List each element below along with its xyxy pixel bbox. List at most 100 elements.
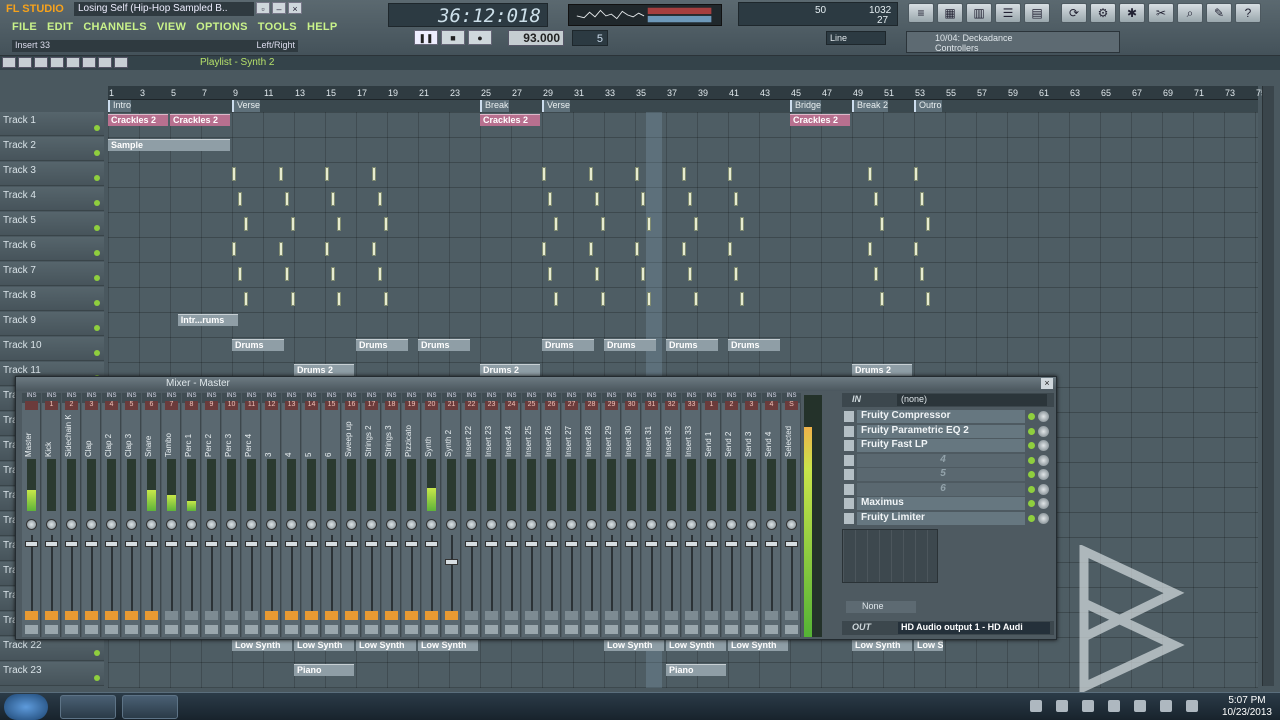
paint-tool-icon[interactable] xyxy=(18,57,32,68)
network-icon[interactable] xyxy=(1160,700,1172,712)
send-switch[interactable] xyxy=(585,611,598,620)
pattern-clip[interactable]: Drums xyxy=(232,339,285,351)
insert-name[interactable]: Send 4 xyxy=(764,415,779,457)
pattern-clip[interactable]: Crackles 2 xyxy=(170,114,230,126)
volume-fader[interactable] xyxy=(105,541,118,547)
send-switch[interactable] xyxy=(765,611,778,620)
volume-icon[interactable] xyxy=(1186,700,1198,712)
pan-knob[interactable] xyxy=(686,519,697,530)
pan-knob[interactable] xyxy=(486,519,497,530)
pattern-clip[interactable]: Piano xyxy=(294,664,354,676)
route-switch[interactable] xyxy=(85,625,98,634)
route-switch[interactable] xyxy=(345,625,358,634)
route-switch[interactable] xyxy=(725,625,738,634)
pattern-clip[interactable]: Drums 2 xyxy=(852,364,912,376)
slot-mix-knob[interactable] xyxy=(1038,469,1049,480)
note-block[interactable] xyxy=(331,192,335,206)
slot-mix-knob[interactable] xyxy=(1038,425,1049,437)
marker-row[interactable]: Intro Verse Break Verse Bridge Break 2 Outro xyxy=(108,100,1258,112)
record-icon[interactable]: ⟳ xyxy=(1061,3,1087,23)
insert-name[interactable]: Insert 26 xyxy=(544,415,559,457)
send-switch[interactable] xyxy=(445,611,458,620)
insert-name[interactable]: Insert 29 xyxy=(604,415,619,457)
note-block[interactable] xyxy=(681,242,686,256)
slot-name[interactable]: Maximus xyxy=(857,497,1025,510)
note-block[interactable] xyxy=(914,167,918,181)
note-block[interactable] xyxy=(278,242,283,256)
insert-name[interactable]: 6 xyxy=(324,415,339,457)
menu-file[interactable]: FILE xyxy=(12,21,37,33)
pan-knob[interactable] xyxy=(346,519,357,530)
mixer-strip[interactable]: INS 24 Insert 24 xyxy=(502,393,521,637)
send-switch[interactable] xyxy=(265,611,278,620)
volume-fader[interactable] xyxy=(205,541,218,547)
start-button[interactable] xyxy=(4,694,48,720)
note-block[interactable] xyxy=(635,242,639,256)
volume-fader[interactable] xyxy=(245,541,258,547)
note-block[interactable] xyxy=(687,267,692,281)
route-switch[interactable] xyxy=(665,625,678,634)
time-ruler[interactable]: 1 3 5 7 9 11 13 15 17 19 21 23 25 27 29 31 33 35 37 39 41 43 4… xyxy=(108,86,1266,100)
pan-knob[interactable] xyxy=(466,519,477,530)
track-mute-led[interactable] xyxy=(94,175,100,181)
minimize-button[interactable]: – xyxy=(272,2,286,14)
send-switch[interactable] xyxy=(205,611,218,620)
edit-icon[interactable]: ✎ xyxy=(1206,3,1232,23)
slot-menu-icon[interactable] xyxy=(844,440,854,451)
mixer-strip[interactable]: INS Master xyxy=(22,393,41,637)
effect-slot[interactable]: Fruity Compressor xyxy=(842,410,1054,423)
note-block[interactable] xyxy=(244,292,248,306)
mixer-close-button[interactable]: × xyxy=(1041,378,1053,389)
send-switch[interactable] xyxy=(285,611,298,620)
note-block[interactable] xyxy=(740,292,744,306)
mute-tool-icon[interactable] xyxy=(50,57,64,68)
route-switch[interactable] xyxy=(265,625,278,634)
slot-enable-led[interactable] xyxy=(1028,471,1035,478)
slice-tool-icon[interactable] xyxy=(66,57,80,68)
mixer-strip[interactable]: INS 14 5 xyxy=(302,393,321,637)
note-block[interactable] xyxy=(879,292,884,306)
volume-fader[interactable] xyxy=(485,541,498,547)
send-switch[interactable] xyxy=(165,611,178,620)
route-switch[interactable] xyxy=(205,625,218,634)
pan-knob[interactable] xyxy=(206,519,217,530)
slot-enable-led[interactable] xyxy=(1028,500,1035,507)
mixer-strip[interactable]: INS 16 Sweep up xyxy=(342,393,361,637)
taskbar-app-icon[interactable] xyxy=(122,695,178,719)
note-block[interactable] xyxy=(548,267,552,281)
pattern-clip[interactable]: Drums xyxy=(666,339,719,351)
note-block[interactable] xyxy=(377,267,382,281)
pan-knob[interactable] xyxy=(386,519,397,530)
route-switch[interactable] xyxy=(25,625,38,634)
send-switch[interactable] xyxy=(385,611,398,620)
insert-name[interactable]: Send 2 xyxy=(724,415,739,457)
route-switch[interactable] xyxy=(285,625,298,634)
track-mute-led[interactable] xyxy=(94,650,100,656)
pause-button[interactable]: ❚❚ xyxy=(414,30,438,45)
note-block[interactable] xyxy=(331,267,335,281)
send-switch[interactable] xyxy=(785,611,798,620)
pan-knob[interactable] xyxy=(26,519,37,530)
note-block[interactable] xyxy=(594,267,599,281)
route-switch[interactable] xyxy=(505,625,518,634)
track-header[interactable]: Track 6 xyxy=(0,237,104,261)
playlist-scrollbar[interactable] xyxy=(1262,86,1274,686)
pattern-clip[interactable]: Drums xyxy=(418,339,471,351)
route-switch[interactable] xyxy=(645,625,658,634)
note-block[interactable] xyxy=(867,167,872,181)
pan-knob[interactable] xyxy=(726,519,737,530)
effect-slot[interactable]: Fruity Limiter xyxy=(842,511,1054,525)
note-block[interactable] xyxy=(554,292,558,306)
plugin-picker[interactable]: 10/04: Deckadance Controllers xyxy=(906,31,1120,53)
playback-tool-icon[interactable] xyxy=(114,57,128,68)
track-header[interactable]: Track 22 xyxy=(0,637,104,661)
insert-name[interactable]: Clap 2 xyxy=(104,415,119,457)
note-block[interactable] xyxy=(879,217,884,231)
volume-fader[interactable] xyxy=(625,541,638,547)
record-button[interactable]: ● xyxy=(468,30,492,45)
mixer-strip[interactable]: INS 23 Insert 23 xyxy=(482,393,501,637)
send-switch[interactable] xyxy=(685,611,698,620)
pattern-clip[interactable]: Crackles 2 xyxy=(480,114,540,126)
mixer-strip[interactable]: INS 22 Insert 22 xyxy=(462,393,481,637)
pan-knob[interactable] xyxy=(646,519,657,530)
